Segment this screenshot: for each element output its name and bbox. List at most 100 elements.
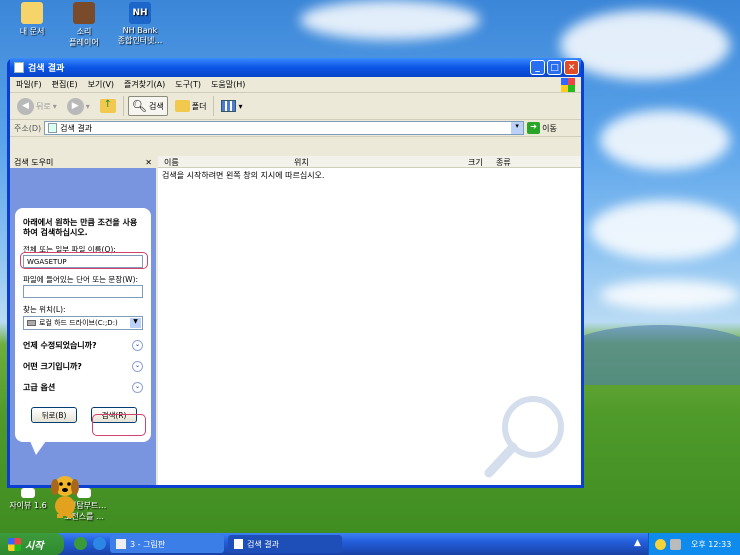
forward-dropdown-icon: ▾ xyxy=(85,101,90,111)
cloud xyxy=(590,200,740,260)
toolbar-separator xyxy=(122,96,124,116)
desktop-icon-sound-player[interactable]: 소리 플레이어 xyxy=(52,2,116,48)
option-modified-date[interactable]: 언제 수정되었습니까? ⌄ xyxy=(23,340,143,351)
pane-header: 검색 도우미 ✕ xyxy=(10,156,156,168)
views-dropdown-icon: ▾ xyxy=(238,101,243,111)
address-label: 주소(D) xyxy=(14,123,42,133)
menu-file[interactable]: 파일(F) xyxy=(16,79,42,90)
quick-launch xyxy=(74,537,106,550)
back-dropdown-icon: ▾ xyxy=(52,101,57,111)
expand-chevron-icon[interactable]: ⌄ xyxy=(132,340,143,351)
views-icon xyxy=(221,100,237,112)
column-size[interactable]: 크기 xyxy=(468,157,483,168)
menu-view[interactable]: 보기(V) xyxy=(88,79,114,90)
cloud xyxy=(600,110,730,170)
hard-drive-icon xyxy=(27,320,36,326)
clock[interactable]: 오후 12:33 xyxy=(691,539,731,550)
location-select[interactable]: 로컬 하드 드라이브(C:;D:) ▼ xyxy=(23,316,143,330)
folder-icon xyxy=(174,100,190,112)
menu-bar: 파일(F) 편집(E) 보기(V) 즐겨찾기(A) 도구(T) 도움말(H) xyxy=(10,77,581,93)
menu-help[interactable]: 도움말(H) xyxy=(211,79,245,90)
column-name[interactable]: 이름 xyxy=(164,157,179,168)
cloud xyxy=(600,280,740,310)
search-page-icon xyxy=(48,123,58,133)
pane-close-icon[interactable]: ✕ xyxy=(145,158,152,167)
windows-flag-icon xyxy=(8,537,21,551)
up-folder-button[interactable]: ↑ xyxy=(97,97,119,115)
address-input[interactable]: 검색 결과 ▾ xyxy=(44,121,525,135)
expand-chevron-icon[interactable]: ⌄ xyxy=(132,361,143,372)
magnifier-watermark-icon xyxy=(484,396,564,478)
tray-emoticon-icon[interactable] xyxy=(655,538,666,550)
column-location[interactable]: 위치 xyxy=(294,157,309,168)
option-size[interactable]: 어떤 크기입니까? ⌄ xyxy=(23,361,143,372)
results-instruction: 검색을 시작하려면 왼쪽 창의 지시에 따르십시오. xyxy=(162,171,325,180)
title-bar[interactable]: 검색 결과 _ □ ✕ xyxy=(10,58,581,77)
toolbar-separator xyxy=(213,96,215,116)
search-results-window: 검색 결과 _ □ ✕ 파일(F) 편집(E) 보기(V) 즐겨찾기(A) 도구… xyxy=(7,58,584,518)
speech-bubble-tail xyxy=(30,441,46,455)
option-advanced[interactable]: 고급 옵션 ⌄ xyxy=(23,382,143,393)
menu-favorites[interactable]: 즐겨찾기(A) xyxy=(124,79,165,90)
toolbar: ◀ 뒤로 ▾ ▶ ▾ ↑ 🔍︎ 검색 폴더 ▾ xyxy=(10,93,581,120)
filename-highlight xyxy=(20,252,148,269)
desktop-icon-label: NH Bank 종합인터넷… xyxy=(117,26,163,45)
menu-edit[interactable]: 편집(E) xyxy=(52,79,78,90)
cloud xyxy=(300,0,480,40)
maximize-button[interactable]: □ xyxy=(547,60,562,75)
window-body: 파일(F) 편집(E) 보기(V) 즐겨찾기(A) 도구(T) 도움말(H) ◀… xyxy=(10,77,581,518)
minimize-button[interactable]: _ xyxy=(530,60,545,75)
views-button[interactable]: ▾ xyxy=(218,98,245,114)
forward-button[interactable]: ▶ ▾ xyxy=(64,96,93,117)
cloud xyxy=(560,10,730,80)
column-type[interactable]: 종류 xyxy=(496,157,511,168)
close-button[interactable]: ✕ xyxy=(564,60,579,75)
nh-bank-icon: NH xyxy=(129,2,151,24)
internet-explorer-icon[interactable] xyxy=(93,537,106,550)
forward-arrow-icon: ▶ xyxy=(66,97,84,115)
up-folder-icon: ↑ xyxy=(99,99,116,113)
paint-icon xyxy=(116,539,126,549)
pane-title: 검색 도우미 xyxy=(14,157,54,167)
windows-logo-icon xyxy=(561,78,575,92)
distant-hill xyxy=(560,325,740,385)
search-results-icon xyxy=(234,539,243,549)
window-icon xyxy=(14,62,24,73)
search-toolbar-button[interactable]: 🔍︎ 검색 xyxy=(127,96,168,116)
search-dog-icon xyxy=(51,476,79,518)
location-dropdown-icon[interactable]: ▼ xyxy=(130,318,141,328)
search-companion-pane: 검색 도우미 ✕ 아래에서 원하는 만큼 조건을 사용하여 검색하십시오. 전체… xyxy=(10,156,156,518)
go-button[interactable]: ➔ 이동 xyxy=(527,122,557,134)
desktop-icon-nh-bank[interactable]: NH NH Bank 종합인터넷… xyxy=(108,2,172,46)
address-dropdown-icon[interactable]: ▾ xyxy=(511,122,524,134)
address-value: 검색 결과 xyxy=(60,123,93,133)
back-arrow-icon: ◀ xyxy=(17,97,34,115)
window-title: 검색 결과 xyxy=(28,64,65,74)
search-button-highlight xyxy=(92,414,146,436)
menu-tools[interactable]: 도구(T) xyxy=(175,79,201,90)
quick-launch-app-icon[interactable] xyxy=(74,537,87,550)
location-value: 로컬 하드 드라이브(C:;D:) xyxy=(39,319,118,327)
expand-chevron-icon[interactable]: ⌄ xyxy=(132,382,143,393)
results-list: 이름 위치 크기 종류 검색을 시작하려면 왼쪽 창의 지시에 따르십시오. xyxy=(158,156,581,485)
search-icon: 🔍︎ xyxy=(131,99,147,113)
desktop-icon-label: 소리 플레이어 xyxy=(69,27,99,47)
taskbar-item-search-results[interactable]: 검색 결과 xyxy=(228,535,342,553)
taskbar-arrow-icon[interactable]: ▲ xyxy=(634,538,641,548)
speaker-icon xyxy=(73,2,95,24)
content-label: 파일에 들어있는 단어 또는 문장(W): xyxy=(23,275,139,284)
go-arrow-icon: ➔ xyxy=(527,122,541,134)
tray-network-icon[interactable] xyxy=(670,538,681,550)
back-search-button[interactable]: 뒤로(B) xyxy=(31,407,77,423)
content-input[interactable] xyxy=(23,285,143,298)
folders-button[interactable]: 폴더 xyxy=(172,98,210,114)
column-header: 이름 위치 크기 종류 xyxy=(158,156,581,168)
taskbar-item-paint[interactable]: 3 - 그림판 xyxy=(110,535,224,553)
start-button[interactable]: 시작 xyxy=(0,533,64,555)
viewer-icon xyxy=(21,488,35,498)
back-button[interactable]: ◀ 뒤로 ▾ xyxy=(14,96,60,117)
address-bar: 주소(D) 검색 결과 ▾ ➔ 이동 xyxy=(10,120,581,137)
taskbar: 시작 3 - 그림판 검색 결과 ▲ 오후 12:33 xyxy=(0,533,740,555)
search-instructions: 아래에서 원하는 만큼 조건을 사용하여 검색하십시오. xyxy=(23,218,138,237)
location-label: 찾는 위치(L): xyxy=(23,305,66,314)
